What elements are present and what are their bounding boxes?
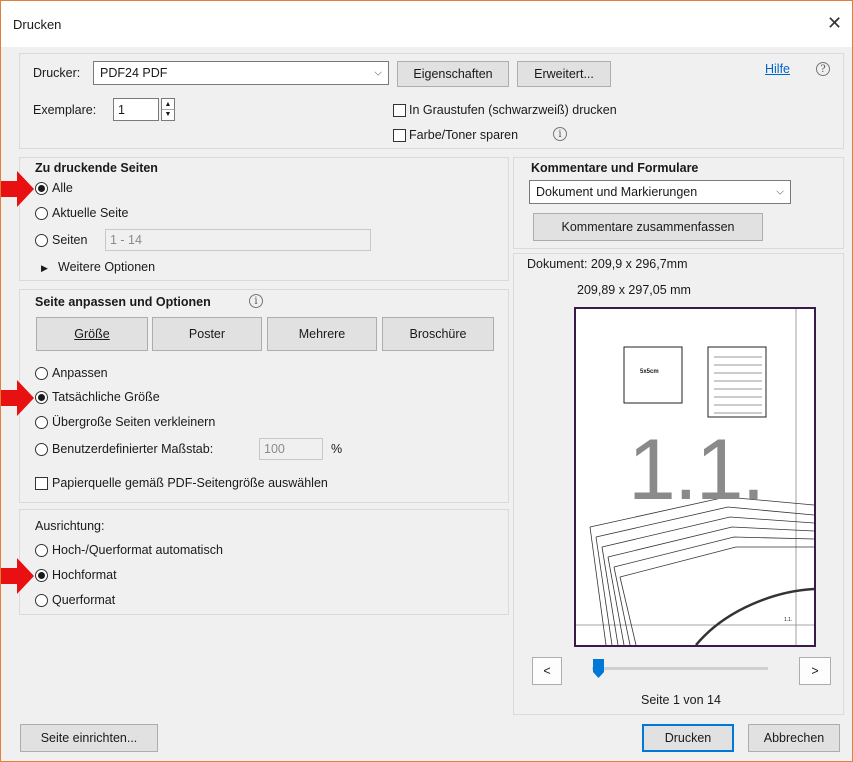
pages-range-value: 1 - 14 xyxy=(110,233,142,247)
printer-select-value: PDF24 PDF xyxy=(100,66,168,80)
copies-value: 1 xyxy=(118,102,125,117)
poster-button-label: Poster xyxy=(188,327,226,341)
chevron-down-icon: ⌵ xyxy=(776,186,784,198)
paper-size: 209,89 x 297,05 mm xyxy=(577,283,691,297)
pages-range-radio[interactable] xyxy=(35,234,48,247)
document-size: Dokument: 209,9 x 296,7mm xyxy=(527,257,688,271)
paper-source-label: Papierquelle gemäß PDF-Seitengröße auswä… xyxy=(52,476,328,490)
print-button[interactable]: Drucken xyxy=(642,724,734,752)
preview-box-label: 5x5cm xyxy=(640,369,659,375)
more-options-toggle[interactable]: Weitere Optionen xyxy=(58,260,155,274)
comments-select[interactable]: Dokument und Markierungen ⌵ xyxy=(529,180,791,204)
multiple-button-label: Mehrere xyxy=(298,327,346,341)
properties-button[interactable]: Eigenschaften xyxy=(397,61,509,87)
booklet-button-label: Broschüre xyxy=(409,327,467,341)
preview-big-label: 1.1. xyxy=(628,422,765,518)
info-icon[interactable]: i xyxy=(249,294,263,308)
paper-source-checkbox[interactable] xyxy=(35,477,48,490)
page-setup-button[interactable]: Seite einrichten... xyxy=(20,724,158,752)
window-title: Drucken xyxy=(13,17,62,32)
previous-page-button[interactable]: < xyxy=(532,657,562,685)
expand-triangle-icon[interactable]: ▶ xyxy=(41,263,48,274)
info-icon[interactable]: i xyxy=(553,127,567,141)
grayscale-label: In Graustufen (schwarzweiß) drucken xyxy=(409,103,617,117)
save-toner-label: Farbe/Toner sparen xyxy=(409,128,519,142)
page-slider-track[interactable] xyxy=(592,667,768,670)
next-page-button[interactable]: > xyxy=(799,657,831,685)
pages-heading: Zu druckende Seiten xyxy=(35,161,158,175)
size-button[interactable]: Größe xyxy=(36,317,148,351)
custom-scale-label: Benutzerdefinierter Maßstab: xyxy=(52,442,214,456)
orientation-heading: Ausrichtung: xyxy=(35,519,105,533)
stepper-up-icon[interactable]: ▲ xyxy=(162,99,174,110)
pages-current-label: Aktuelle Seite xyxy=(52,206,129,220)
copies-stepper[interactable]: ▲ ▼ xyxy=(161,98,175,121)
portrait-label: Hochformat xyxy=(52,568,117,582)
annotation-arrow-icon xyxy=(1,171,34,207)
help-link[interactable]: Hilfe xyxy=(765,62,790,76)
fit-label: Anpassen xyxy=(52,366,108,380)
comments-heading: Kommentare und Formulare xyxy=(531,161,699,175)
printer-label: Drucker: xyxy=(33,66,81,80)
orientation-auto-label: Hoch-/Querformat automatisch xyxy=(52,543,223,557)
booklet-button[interactable]: Broschüre xyxy=(382,317,494,351)
multiple-button[interactable]: Mehrere xyxy=(267,317,377,351)
help-icon[interactable]: ? xyxy=(816,62,830,76)
actual-size-label: Tatsächliche Größe xyxy=(52,390,160,404)
comments-select-value: Dokument und Markierungen xyxy=(536,185,698,199)
shrink-radio[interactable] xyxy=(35,416,48,429)
landscape-label: Querformat xyxy=(52,593,116,607)
save-toner-checkbox[interactable] xyxy=(393,129,406,142)
percent-label: % xyxy=(331,442,343,456)
copies-input[interactable]: 1 xyxy=(113,98,159,121)
annotation-arrow-icon xyxy=(1,558,34,594)
pages-range-input[interactable]: 1 - 14 xyxy=(105,229,371,251)
size-button-label: Größe xyxy=(74,327,110,341)
pages-all-label: Alle xyxy=(52,181,73,195)
custom-scale-input[interactable]: 100 xyxy=(259,438,323,460)
page-preview: 5x5cm 1.1. 1.1. xyxy=(574,307,816,647)
actual-size-radio[interactable] xyxy=(35,391,48,404)
chevron-down-icon: ⌵ xyxy=(374,67,382,79)
annotation-arrow-icon xyxy=(1,380,34,416)
poster-button[interactable]: Poster xyxy=(152,317,262,351)
close-icon[interactable]: ✕ xyxy=(827,13,842,34)
sizing-heading: Seite anpassen und Optionen xyxy=(35,295,211,309)
fit-radio[interactable] xyxy=(35,367,48,380)
stepper-down-icon[interactable]: ▼ xyxy=(162,110,174,120)
title-bar: Drucken ✕ xyxy=(1,1,852,47)
print-dialog: Drucken ✕ Drucker: PDF24 PDF ⌵ Eigenscha… xyxy=(0,0,853,762)
shrink-label: Übergroße Seiten verkleinern xyxy=(52,415,216,429)
page-indicator: Seite 1 von 14 xyxy=(641,693,721,707)
page-slider-thumb[interactable] xyxy=(593,659,604,678)
landscape-radio[interactable] xyxy=(35,594,48,607)
advanced-button[interactable]: Erweitert... xyxy=(517,61,611,87)
summarize-comments-button[interactable]: Kommentare zusammenfassen xyxy=(533,213,763,241)
printer-select[interactable]: PDF24 PDF ⌵ xyxy=(93,61,389,85)
pages-range-label: Seiten xyxy=(52,233,88,247)
grayscale-checkbox[interactable] xyxy=(393,104,406,117)
copies-label: Exemplare: xyxy=(33,103,97,117)
portrait-radio[interactable] xyxy=(35,569,48,582)
pages-current-radio[interactable] xyxy=(35,207,48,220)
orientation-auto-radio[interactable] xyxy=(35,544,48,557)
preview-corner-label: 1.1. xyxy=(784,617,793,623)
custom-scale-radio[interactable] xyxy=(35,443,48,456)
cancel-button[interactable]: Abbrechen xyxy=(748,724,840,752)
pages-all-radio[interactable] xyxy=(35,182,48,195)
custom-scale-value: 100 xyxy=(264,442,285,456)
